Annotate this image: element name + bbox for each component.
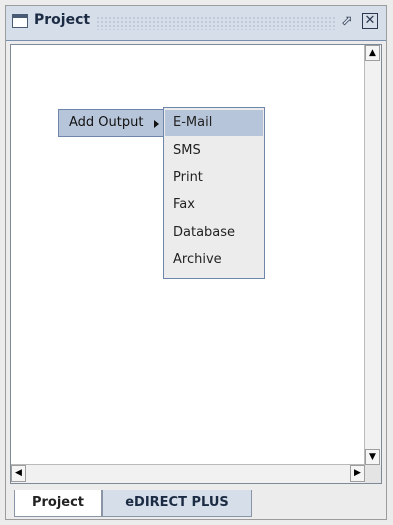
scroll-left-icon[interactable]: ◀ <box>11 465 26 482</box>
title-bar[interactable]: Project ⬀ ✕ <box>6 6 386 41</box>
scroll-down-icon[interactable]: ▼ <box>365 449 380 465</box>
scrollbar-corner <box>365 465 381 483</box>
submenu-item-fax[interactable]: Fax <box>165 192 263 218</box>
window-title: Project <box>34 12 91 28</box>
submenu-item-email[interactable]: E-Mail <box>165 110 263 136</box>
tab-edirect-plus[interactable]: eDIRECT PLUS <box>102 490 252 517</box>
float-window-icon[interactable]: ⬀ <box>339 13 355 29</box>
add-output-submenu: E-Mail SMS Print Fax Database Archive <box>163 107 265 279</box>
submenu-item-print[interactable]: Print <box>165 165 263 191</box>
tab-project[interactable]: Project <box>14 490 102 517</box>
bottom-tab-bar: Project eDIRECT PLUS <box>14 490 384 520</box>
close-icon[interactable]: ✕ <box>362 13 378 29</box>
menu-item-label: Add Output <box>69 115 144 130</box>
scroll-up-icon[interactable]: ▲ <box>365 45 380 61</box>
submenu-arrow-icon <box>154 120 159 128</box>
project-panel-window: Project ⬀ ✕ ▲ ▼ ◀ ▶ Add Output E-Mail SM… <box>5 5 387 520</box>
vertical-scrollbar[interactable]: ▲ ▼ <box>364 45 381 465</box>
submenu-item-database[interactable]: Database <box>165 220 263 246</box>
scroll-right-icon[interactable]: ▶ <box>350 465 365 482</box>
horizontal-scrollbar[interactable]: ◀ ▶ <box>11 464 365 483</box>
menu-item-add-output[interactable]: Add Output <box>58 109 166 137</box>
window-icon <box>12 14 28 28</box>
submenu-item-sms[interactable]: SMS <box>165 138 263 164</box>
title-bar-grip[interactable] <box>96 16 336 30</box>
submenu-item-archive[interactable]: Archive <box>165 247 263 273</box>
